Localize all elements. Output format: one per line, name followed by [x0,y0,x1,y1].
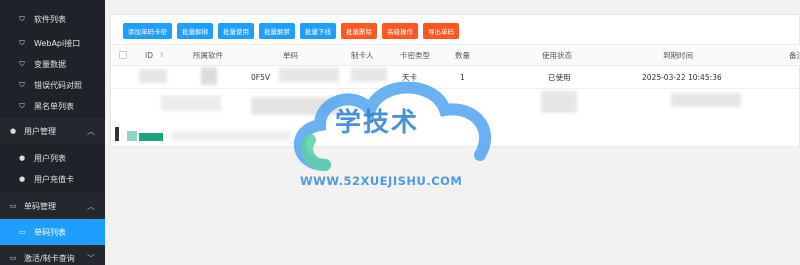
redacted-block [139,69,167,83]
column-header-id[interactable]: ID ⇕ [145,45,164,65]
sidebar-group-label: 单码管理 [24,201,56,211]
pager-current[interactable] [127,131,137,141]
batch-unban-button[interactable]: 批量解禁 [259,23,295,39]
column-header-remark: 备注 [789,50,800,60]
column-header-code: 单码 [283,50,298,60]
sidebar-item-blacklist[interactable]: ⛉ 黑名单列表 [0,93,105,119]
redacted-block [279,68,339,82]
column-header-maker: 制卡人 [351,50,374,60]
redacted-block [671,93,741,107]
batch-offline-button[interactable]: 批量下线 [300,23,336,39]
sidebar-group-label: 用户管理 [24,126,56,136]
status-cell: 已使用 [548,72,571,82]
shield-icon: ⛉ [19,14,25,23]
advanced-actions-button[interactable]: 高级操作 [382,23,418,39]
sidebar-item-user-recharge[interactable]: ● 用户充值卡 [0,166,105,192]
sidebar-group-label: 激活/制卡查询 [24,253,75,263]
sidebar-item-label: 黑名单列表 [34,101,74,111]
batch-use-button[interactable]: 批量使用 [218,23,254,39]
sidebar-item-label: 错误代码对照 [34,80,82,90]
add-code-button[interactable]: 添加单码卡密 [123,23,172,39]
batch-delete-button[interactable]: 批量删除 [341,23,377,39]
column-header-count: 数量 [455,50,470,60]
watermark-url: WWW.52XUEJISHU.COM [300,174,463,188]
redacted-block [201,67,217,85]
user-icon: ● [9,127,17,135]
sidebar-item-label: 用户充值卡 [34,174,74,184]
shield-icon: ⛉ [19,101,25,110]
column-header-software: 所属软件 [193,50,223,60]
sidebar-group-user-management[interactable]: ● 用户管理 ︿ [0,118,105,144]
card-icon: ▭ [9,202,17,210]
user-icon: ● [18,154,26,162]
pager-next[interactable] [139,133,163,141]
batch-unbind-button[interactable]: 批量解绑 [177,23,213,39]
sidebar-item-label: 软件列表 [34,14,66,24]
count-cell: 1 [460,72,465,82]
card-icon: ▭ [9,254,17,262]
chevron-up-icon: ︿ [87,201,95,211]
column-header-status: 使用状态 [542,50,572,60]
code-cell: 0F5V [251,72,270,82]
sidebar-group-activation-query[interactable]: ▭ 激活/制卡查询 ﹀ [0,245,105,265]
shield-icon: ⛉ [19,80,25,89]
shield-icon: ⛉ [19,59,25,68]
user-icon: ● [18,175,26,183]
redacted-block [351,68,387,82]
redacted-block [161,95,221,111]
redacted-block [251,97,341,115]
redacted-block [541,91,577,113]
select-all-checkbox[interactable] [119,45,127,65]
table-header: ID ⇕ 所属软件 单码 制卡人 卡密类型 数量 使用状态 到期时间 备注 [111,44,800,66]
shield-icon: ⛉ [19,38,25,47]
expire-cell: 2025-03-22 10:45:36 [642,72,722,82]
type-cell: 天卡 [402,72,417,82]
code-list-card: 添加单码卡密 批量解绑 批量使用 批量解禁 批量下线 批量删除 高级操作 导出单… [110,14,800,147]
redacted-block [171,131,291,141]
sidebar: ⛉ 软件列表 ⛉ WebApi接口 ⛉ 变量数据 ⛉ 错误代码对照 ⛉ 黑名单列… [0,0,105,265]
sidebar-item-code-list[interactable]: ▭ 单码列表 [0,219,105,245]
export-codes-button[interactable]: 导出单码 [423,23,459,39]
toolbar: 添加单码卡密 批量解绑 批量使用 批量解禁 批量下线 批量删除 高级操作 导出单… [123,23,459,39]
sort-icon[interactable]: ⇕ [159,52,164,59]
sidebar-item-label: 变量数据 [34,59,66,69]
sidebar-item-software-list[interactable]: ⛉ 软件列表 [0,6,105,32]
card-icon: ▭ [18,228,26,236]
table-footer [111,123,800,148]
sidebar-group-code-management[interactable]: ▭ 单码管理 ︿ [0,193,105,219]
watermark-title: 学技术 [335,108,420,138]
column-header-type: 卡密类型 [400,50,430,60]
chevron-up-icon: ︿ [87,126,95,136]
pager-left-bar [115,127,119,141]
sidebar-item-label: 单码列表 [34,227,66,237]
column-header-expire: 到期时间 [663,50,693,60]
sidebar-item-label: 用户列表 [34,153,66,163]
chevron-down-icon: ﹀ [87,253,95,263]
sidebar-item-label: WebApi接口 [34,38,81,48]
